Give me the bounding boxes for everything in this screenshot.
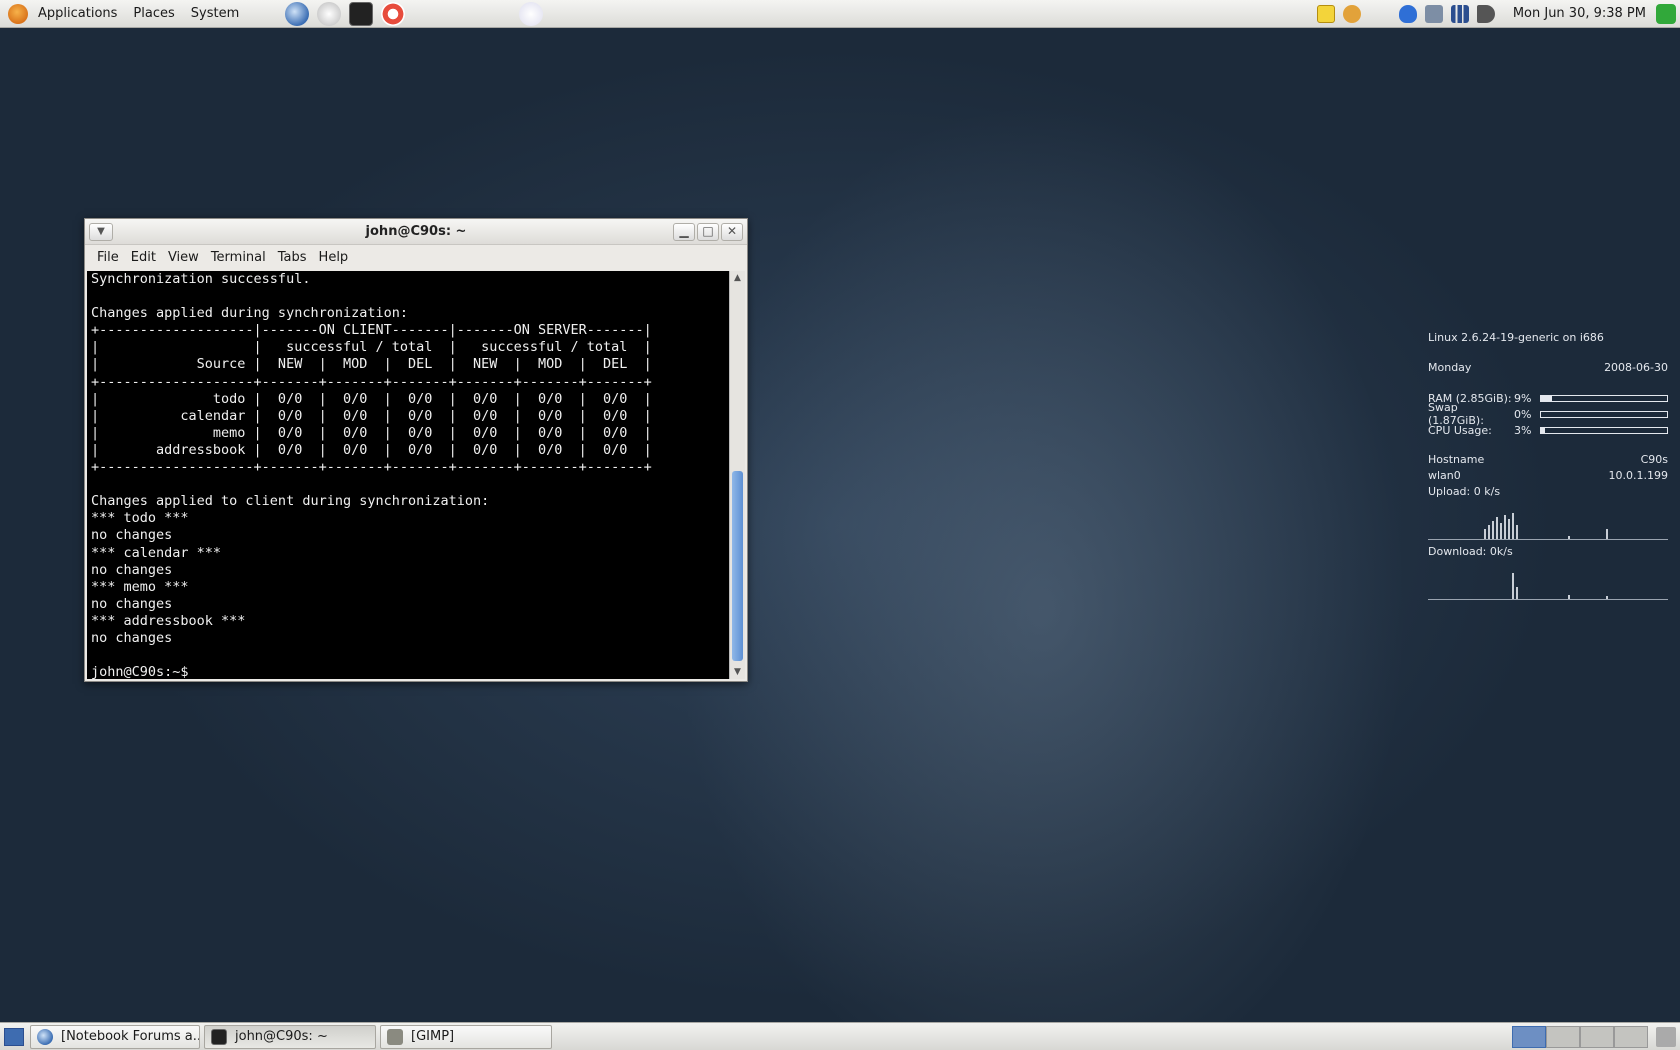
help-lifebuoy-icon[interactable] [381,1,406,26]
window-titlebar[interactable]: ▼ john@C90s: ~ ▁ □ ✕ [85,219,747,245]
window-menu-button[interactable]: ▼ [89,222,113,241]
terminal-icon[interactable] [349,1,374,26]
network-manager-icon[interactable] [1424,4,1443,23]
upload-graph [1428,500,1668,540]
task-terminal[interactable]: john@C90s: ~ [204,1024,376,1049]
close-button[interactable]: ✕ [721,222,743,241]
gnome-foot-icon[interactable] [8,3,28,24]
workspace-switcher [1512,1025,1648,1048]
ram-bar-fill [1541,395,1553,401]
bottom-panel: [Notebook Forums a... john@C90s: ~ [GIMP… [0,1022,1680,1050]
menu-terminal[interactable]: Terminal [205,250,272,265]
keyring-icon[interactable] [1342,4,1361,23]
conky-day: Monday [1428,361,1472,374]
gimp-task-icon [387,1028,403,1045]
menu-view[interactable]: View [162,250,205,265]
scroll-up-arrow[interactable]: ▲ [730,271,745,285]
upload-rate: Upload: 0 k/s [1428,485,1501,498]
terminal-window: ▼ john@C90s: ~ ▁ □ ✕ File Edit View Term… [84,218,748,682]
task-gimp[interactable]: [GIMP] [380,1024,552,1049]
swap-bar [1540,410,1668,418]
task-label: john@C90s: ~ [235,1029,328,1044]
workspace-4[interactable] [1614,1025,1648,1048]
cpu-percent: 3% [1514,423,1532,437]
task-notebook-forums[interactable]: [Notebook Forums a... [30,1024,200,1049]
clock[interactable]: Mon Jun 30, 9:38 PM [1513,6,1646,21]
web-browser-icon[interactable] [285,1,310,26]
ram-percent: 9% [1514,391,1532,405]
sync-icon[interactable] [519,1,544,26]
terminal-text: Synchronization successful. Changes appl… [91,271,652,679]
menu-help[interactable]: Help [313,250,355,265]
browser-task-icon [37,1028,53,1045]
interface-name: wlan0 [1428,469,1461,482]
top-panel: Applications Places System Mon Jun 30, 9… [0,0,1680,28]
update-notifier-icon[interactable] [1656,3,1676,24]
task-label: [Notebook Forums a... [61,1029,200,1044]
window-title: john@C90s: ~ [365,224,467,239]
terminal-output[interactable]: Synchronization successful. Changes appl… [87,271,729,679]
mail-clock-icon[interactable] [317,1,342,26]
minimize-button[interactable]: ▁ [673,222,695,241]
menu-file[interactable]: File [91,250,125,265]
applications-menu[interactable]: Applications [30,0,125,28]
conky-date: 2008-06-30 [1604,361,1668,374]
cpu-usage: CPU Usage: 3% [1428,422,1668,438]
ip-address: 10.0.1.199 [1608,469,1668,482]
conky-system-info: Linux 2.6.24-19-generic on i686 [1428,331,1604,344]
volume-icon[interactable] [1476,4,1495,23]
notes-icon[interactable] [1316,4,1335,23]
task-label: [GIMP] [411,1029,455,1044]
conky-system-monitor: Linux 2.6.24-19-generic on i686 Monday 2… [1428,330,1668,604]
cpu-bar [1540,426,1668,434]
workspace-1[interactable] [1512,1025,1546,1048]
download-rate: Download: 0k/s [1428,545,1513,558]
bluetooth-icon[interactable] [1398,4,1417,23]
maximize-button[interactable]: □ [697,222,719,241]
show-desktop-icon[interactable] [4,1027,24,1046]
hostname-label: Hostname [1428,453,1485,466]
swap-percent: 0% [1514,407,1532,421]
system-menu[interactable]: System [183,0,247,28]
signal-strength-icon[interactable] [1450,4,1469,23]
places-menu[interactable]: Places [125,0,182,28]
scroll-down-arrow[interactable]: ▼ [730,665,745,679]
terminal-scrollbar[interactable]: ▲ ▼ [729,271,745,679]
terminal-task-icon [211,1028,227,1045]
hostname-value: C90s [1640,453,1668,466]
swap-usage: Swap (1.87GiB): 0% [1428,401,1668,427]
ram-bar [1540,394,1668,402]
cpu-label: CPU Usage: [1428,423,1492,437]
scroll-thumb[interactable] [732,471,743,661]
workspace-3[interactable] [1580,1025,1614,1048]
terminal-menubar: File Edit View Terminal Tabs Help [85,245,747,269]
cpu-bar-fill [1541,427,1545,433]
workspace-2[interactable] [1546,1025,1580,1048]
menu-edit[interactable]: Edit [125,250,162,265]
trash-icon[interactable] [1656,1026,1676,1047]
download-graph [1428,560,1668,600]
system-tray: Mon Jun 30, 9:38 PM [1313,0,1680,28]
menu-tabs[interactable]: Tabs [272,250,313,265]
